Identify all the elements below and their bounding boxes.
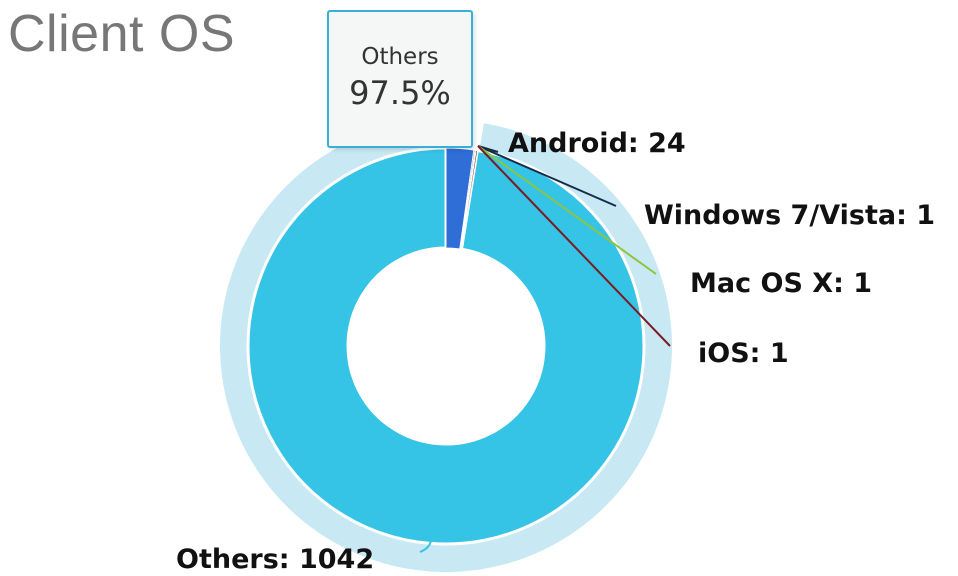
- tooltip-percentage: 97.5%: [349, 74, 451, 112]
- tooltip-series-name: Others: [361, 44, 439, 70]
- data-label-windows-7-vista: Windows 7/Vista: 1: [644, 200, 935, 231]
- chart-tooltip: Others 97.5%: [327, 10, 473, 148]
- data-label-mac-os-x: Mac OS X: 1: [690, 268, 872, 299]
- donut-chart: Others: 1042 Android: 24 Windows 7/Vista: …: [176, 119, 935, 575]
- data-label-android: Android: 24: [508, 128, 686, 159]
- data-label-ios: iOS: 1: [698, 338, 789, 369]
- data-label-others: Others: 1042: [176, 544, 374, 575]
